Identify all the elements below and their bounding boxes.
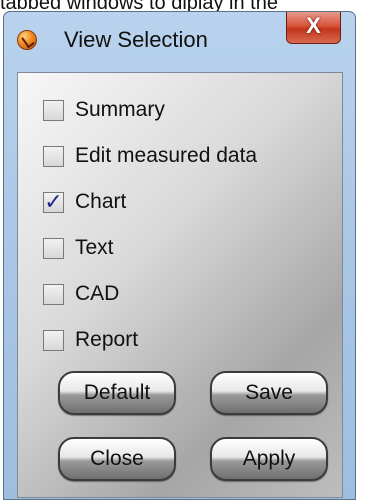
checkbox-label: Summary [75,98,165,121]
save-button[interactable]: Save [210,371,328,415]
checkbox-label: Report [75,328,139,351]
checkbox-box[interactable] [43,99,64,121]
window-close-button[interactable]: X [286,12,341,44]
checkbox-box[interactable] [43,237,64,259]
close-icon: X [306,13,321,38]
view-options-panel: Summary Edit measured data ✓ Chart Text … [17,72,343,498]
apply-button[interactable]: Apply [210,437,328,481]
title-bar[interactable]: View Selection X [4,12,355,62]
checkbox-cad[interactable]: CAD [43,279,119,309]
checkbox-summary[interactable]: Summary [43,95,165,125]
checkmark-icon: ✓ [44,188,63,214]
checkbox-box[interactable] [43,329,64,351]
checkbox-box[interactable] [43,145,64,167]
view-selection-window: View Selection X Summary Edit measured d… [3,11,356,500]
checkbox-chart[interactable]: ✓ Chart [43,187,126,217]
checkbox-box[interactable] [43,283,64,305]
checkbox-text[interactable]: Text [43,233,114,263]
checkbox-label: Text [75,236,114,259]
checkbox-label: CAD [75,282,120,305]
checkbox-label: Edit measured data [75,144,258,167]
checkbox-box[interactable]: ✓ [43,188,64,214]
checkbox-edit-measured-data[interactable]: Edit measured data [43,141,257,171]
checkbox-report[interactable]: Report [43,325,138,355]
window-title: View Selection [64,27,208,52]
default-button[interactable]: Default [58,371,176,415]
close-button[interactable]: Close [58,437,176,481]
app-icon [17,30,37,50]
checkbox-label: Chart [75,190,127,213]
